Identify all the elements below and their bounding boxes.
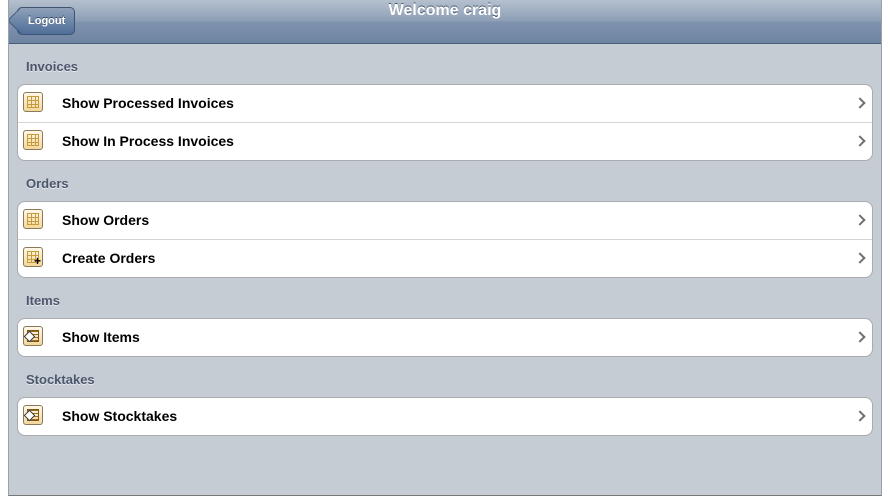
table-group: Show Items (17, 318, 873, 357)
list-item-label: Create Orders (62, 250, 156, 266)
list-item[interactable]: Show Orders (18, 202, 872, 239)
list-item[interactable]: Show Processed Invoices (18, 85, 872, 122)
page-title: Welcome craig (388, 2, 502, 19)
section-header: Invoices (26, 59, 79, 74)
table-group: Show Processed Invoices Show In Process … (17, 84, 873, 161)
item-list-icon (23, 326, 43, 346)
chevron-right-icon (854, 135, 866, 147)
list-item[interactable]: + Create Orders (18, 239, 872, 277)
list-item-label: Show Orders (62, 212, 150, 228)
chevron-right-icon (854, 331, 866, 343)
chevron-right-icon (854, 410, 866, 422)
section-items: Items Show Items (9, 278, 881, 357)
table-icon (23, 92, 43, 112)
table-icon (23, 209, 43, 229)
table-group: Show Orders + Create Orders (17, 201, 873, 278)
section-orders: Orders Show Orders + Create Orders (9, 161, 881, 278)
list-item-label: Show Processed Invoices (62, 95, 234, 111)
chevron-right-icon (854, 252, 866, 264)
section-stocktakes: Stocktakes Show Stocktakes (9, 357, 881, 436)
list-item-label: Show Items (62, 329, 140, 345)
section-header: Orders (26, 176, 69, 191)
table-icon (23, 130, 43, 150)
list-item[interactable]: Show Items (18, 319, 872, 356)
list-item[interactable]: Show Stocktakes (18, 398, 872, 435)
table-group: Show Stocktakes (17, 397, 873, 436)
logout-button[interactable]: Logout (17, 7, 76, 35)
navigation-bar: Welcome craig Logout (9, 0, 881, 44)
app-window: Welcome craig Logout Invoices Show Proce… (8, 0, 882, 496)
chevron-right-icon (854, 214, 866, 226)
list-item-label: Show In Process Invoices (62, 133, 234, 149)
section-header: Stocktakes (26, 372, 95, 387)
table-add-icon: + (23, 247, 43, 267)
content: Invoices Show Processed Invoices Show In… (9, 44, 881, 495)
section-invoices: Invoices Show Processed Invoices Show In… (9, 44, 881, 161)
chevron-right-icon (854, 97, 866, 109)
section-header: Items (26, 293, 60, 308)
item-list-icon (23, 405, 43, 425)
list-item[interactable]: Show In Process Invoices (18, 122, 872, 160)
list-item-label: Show Stocktakes (62, 408, 178, 424)
